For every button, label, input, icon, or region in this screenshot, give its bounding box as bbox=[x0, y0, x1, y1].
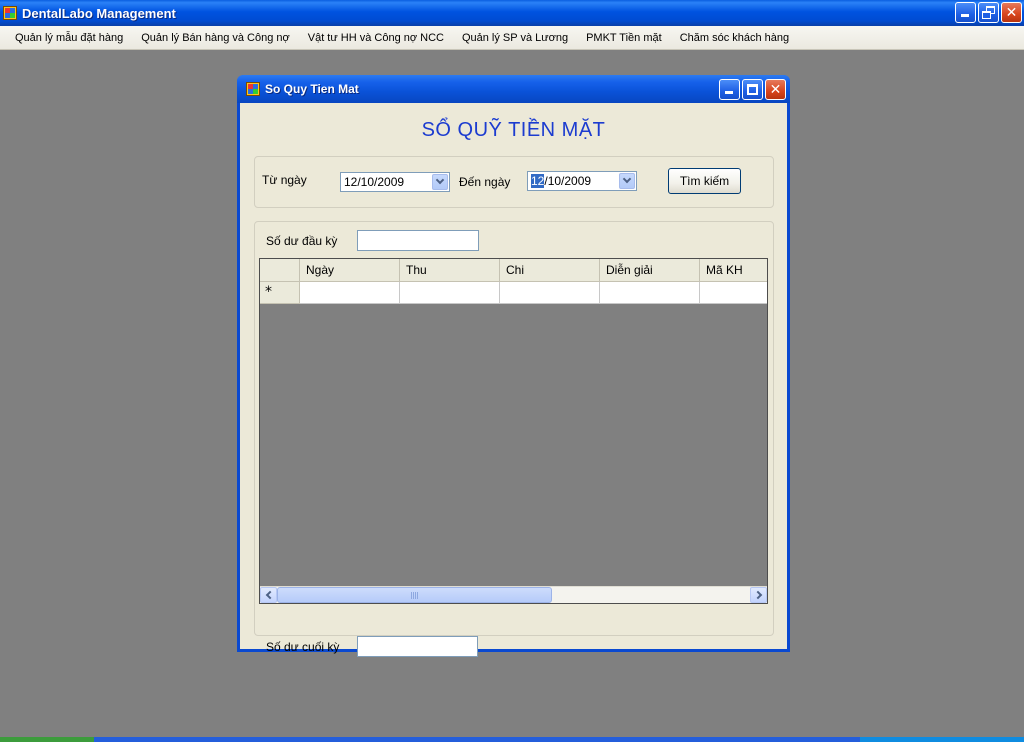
column-header-thu[interactable]: Thu bbox=[400, 259, 500, 282]
main-window-controls: ✕ bbox=[955, 2, 1022, 23]
child-titlebar: So Quy Tien Mat ✕ bbox=[237, 75, 790, 103]
system-tray bbox=[860, 737, 1024, 742]
child-window-controls: ✕ bbox=[719, 79, 786, 100]
column-header-chi[interactable]: Chi bbox=[500, 259, 600, 282]
minimize-icon bbox=[725, 91, 733, 94]
row-header[interactable]: * bbox=[260, 282, 300, 304]
grid-header: Ngày Thu Chi Diễn giải Mã KH bbox=[260, 259, 767, 282]
form-heading: SỔ QUỸ TIỀN MẶT bbox=[421, 119, 606, 141]
from-date-dropdown[interactable] bbox=[432, 174, 448, 190]
column-header-ma-kh[interactable]: Mã KH bbox=[700, 259, 767, 282]
restore-icon-front bbox=[982, 11, 991, 19]
menu-quan-ly-ban-hang[interactable]: Quản lý Bán hàng và Công nợ bbox=[132, 27, 298, 49]
minimize-icon bbox=[961, 14, 969, 17]
so-quy-window: So Quy Tien Mat ✕ SỔ QUỸ TIỀN MẶT Từ ngà… bbox=[237, 75, 790, 657]
child-maximize-button[interactable] bbox=[742, 79, 763, 100]
to-date-picker[interactable]: 12/10/2009 bbox=[527, 171, 637, 191]
table-row-new: * bbox=[260, 282, 767, 304]
cell-chi[interactable] bbox=[500, 282, 600, 304]
from-date-value: 12/10/2009 bbox=[344, 175, 405, 189]
closing-balance-label: Số dư cuối kỳ bbox=[266, 640, 340, 654]
scroll-thumb[interactable] bbox=[277, 587, 552, 603]
from-date-picker[interactable]: 12/10/2009 bbox=[340, 172, 450, 192]
scroll-right-button[interactable] bbox=[750, 587, 767, 603]
column-header-ngay[interactable]: Ngày bbox=[300, 259, 400, 282]
to-date-rest: /10/2009 bbox=[544, 174, 592, 188]
column-header-dien-giai[interactable]: Diễn giải bbox=[600, 259, 700, 282]
child-minimize-button[interactable] bbox=[719, 79, 740, 100]
menu-cham-soc-khach-hang[interactable]: Chăm sóc khách hàng bbox=[671, 27, 798, 49]
scroll-left-icon bbox=[265, 590, 274, 600]
menu-vat-tu-hh[interactable]: Vật tư HH và Công nợ NCC bbox=[299, 27, 453, 49]
opening-balance-input[interactable] bbox=[357, 230, 479, 251]
cell-ngay[interactable] bbox=[300, 282, 400, 304]
to-date-label: Đến ngày bbox=[459, 175, 511, 189]
child-title: So Quy Tien Mat bbox=[265, 82, 359, 96]
new-row-marker: * bbox=[265, 284, 272, 300]
from-date-label: Từ ngày bbox=[262, 173, 307, 187]
app-icon[interactable] bbox=[3, 6, 17, 20]
chevron-down-icon bbox=[435, 175, 445, 185]
menu-pmkt-tien-mat[interactable]: PMKT Tiền mặt bbox=[577, 27, 671, 49]
close-icon: ✕ bbox=[769, 81, 782, 98]
ledger-grid[interactable]: Ngày Thu Chi Diễn giải Mã KH * bbox=[259, 258, 768, 604]
close-button[interactable]: ✕ bbox=[1001, 2, 1022, 23]
cell-dien-giai[interactable] bbox=[600, 282, 700, 304]
search-button[interactable]: Tìm kiếm bbox=[668, 168, 741, 194]
to-date-selected-part: 12 bbox=[531, 174, 545, 188]
taskbar bbox=[0, 737, 1024, 742]
cell-ma-kh[interactable] bbox=[700, 282, 767, 304]
menu-quan-ly-mau-dat-hang[interactable]: Quản lý mẫu đặt hàng bbox=[0, 27, 132, 49]
main-titlebar: DentalLabo Management ✕ bbox=[0, 0, 1024, 26]
child-close-button[interactable]: ✕ bbox=[765, 79, 786, 100]
horizontal-scrollbar[interactable] bbox=[260, 586, 767, 603]
start-button[interactable] bbox=[0, 737, 94, 742]
close-icon: ✕ bbox=[1005, 4, 1018, 21]
opening-balance-label: Số dư đầu kỳ bbox=[266, 234, 338, 248]
to-date-dropdown[interactable] bbox=[619, 173, 635, 189]
chevron-down-icon bbox=[622, 174, 632, 184]
maximize-icon bbox=[747, 84, 758, 95]
scroll-right-icon bbox=[753, 590, 762, 600]
child-body: SỔ QUỸ TIỀN MẶT Từ ngày 12/10/2009 Đến n… bbox=[240, 103, 787, 657]
child-app-icon[interactable] bbox=[246, 82, 260, 96]
app-title: DentalLabo Management bbox=[22, 5, 176, 21]
grip-icon bbox=[410, 592, 419, 599]
menu-quan-ly-sp-luong[interactable]: Quản lý SP và Lương bbox=[453, 27, 577, 49]
restore-button[interactable] bbox=[978, 2, 999, 23]
grid-corner[interactable] bbox=[260, 259, 300, 282]
cell-thu[interactable] bbox=[400, 282, 500, 304]
scroll-left-button[interactable] bbox=[260, 587, 277, 603]
menu-bar: Quản lý mẫu đặt hàng Quản lý Bán hàng và… bbox=[0, 26, 1024, 50]
closing-balance-input[interactable] bbox=[357, 636, 478, 657]
minimize-button[interactable] bbox=[955, 2, 976, 23]
